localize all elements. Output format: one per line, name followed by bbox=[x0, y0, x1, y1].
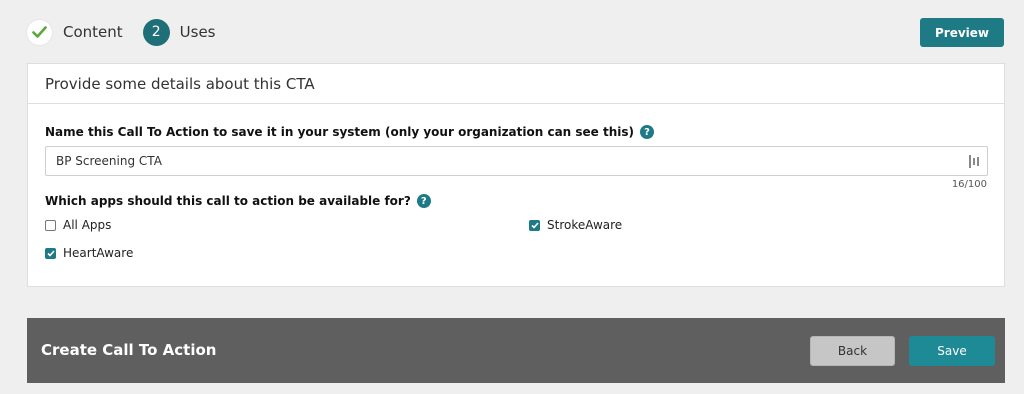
checkmark-icon bbox=[46, 249, 55, 257]
step-indicator: Content 2 Uses bbox=[26, 18, 236, 46]
step-number-badge: 2 bbox=[142, 18, 170, 46]
character-counter: 16/100 bbox=[951, 179, 987, 190]
heartaware-label: HeartAware bbox=[63, 246, 134, 260]
cta-name-label: Name this Call To Action to save it in y… bbox=[45, 125, 655, 139]
strokeaware-label: StrokeAware bbox=[547, 218, 623, 232]
cta-name-value: BP Screening CTA bbox=[56, 154, 162, 168]
help-icon[interactable]: ? bbox=[416, 194, 431, 208]
save-button[interactable]: Save bbox=[909, 336, 995, 366]
step-content[interactable]: Content bbox=[26, 18, 123, 46]
app-option-heartaware[interactable]: HeartAware bbox=[45, 246, 133, 260]
step-uses-label: Uses bbox=[179, 23, 216, 41]
app-option-all-apps[interactable]: All Apps bbox=[45, 218, 111, 232]
password-manager-icon[interactable] bbox=[969, 155, 979, 168]
step-complete-circle bbox=[26, 18, 53, 46]
footer-title: Create Call To Action bbox=[41, 341, 217, 359]
heartaware-checkbox[interactable] bbox=[45, 247, 56, 259]
back-button[interactable]: Back bbox=[810, 336, 895, 366]
app-option-strokeaware[interactable]: StrokeAware bbox=[529, 218, 622, 232]
step-content-label: Content bbox=[63, 23, 123, 41]
apps-label-text: Which apps should this call to action be… bbox=[45, 194, 411, 208]
cta-name-label-text: Name this Call To Action to save it in y… bbox=[45, 125, 635, 139]
action-footer-bar: Create Call To Action Back Save bbox=[27, 318, 1005, 383]
checkmark-icon bbox=[530, 221, 539, 229]
apps-label: Which apps should this call to action be… bbox=[45, 194, 431, 208]
step-uses[interactable]: 2 Uses bbox=[142, 18, 216, 46]
check-icon bbox=[32, 26, 47, 38]
all-apps-label: All Apps bbox=[63, 218, 112, 232]
all-apps-checkbox[interactable] bbox=[45, 219, 56, 231]
card-title: Provide some details about this CTA bbox=[28, 64, 1004, 104]
cta-name-input[interactable]: BP Screening CTA bbox=[45, 146, 988, 176]
preview-button[interactable]: Preview bbox=[920, 18, 1004, 47]
cta-details-card: Provide some details about this CTA Name… bbox=[27, 63, 1005, 287]
strokeaware-checkbox[interactable] bbox=[529, 219, 540, 231]
help-icon[interactable]: ? bbox=[640, 125, 655, 139]
